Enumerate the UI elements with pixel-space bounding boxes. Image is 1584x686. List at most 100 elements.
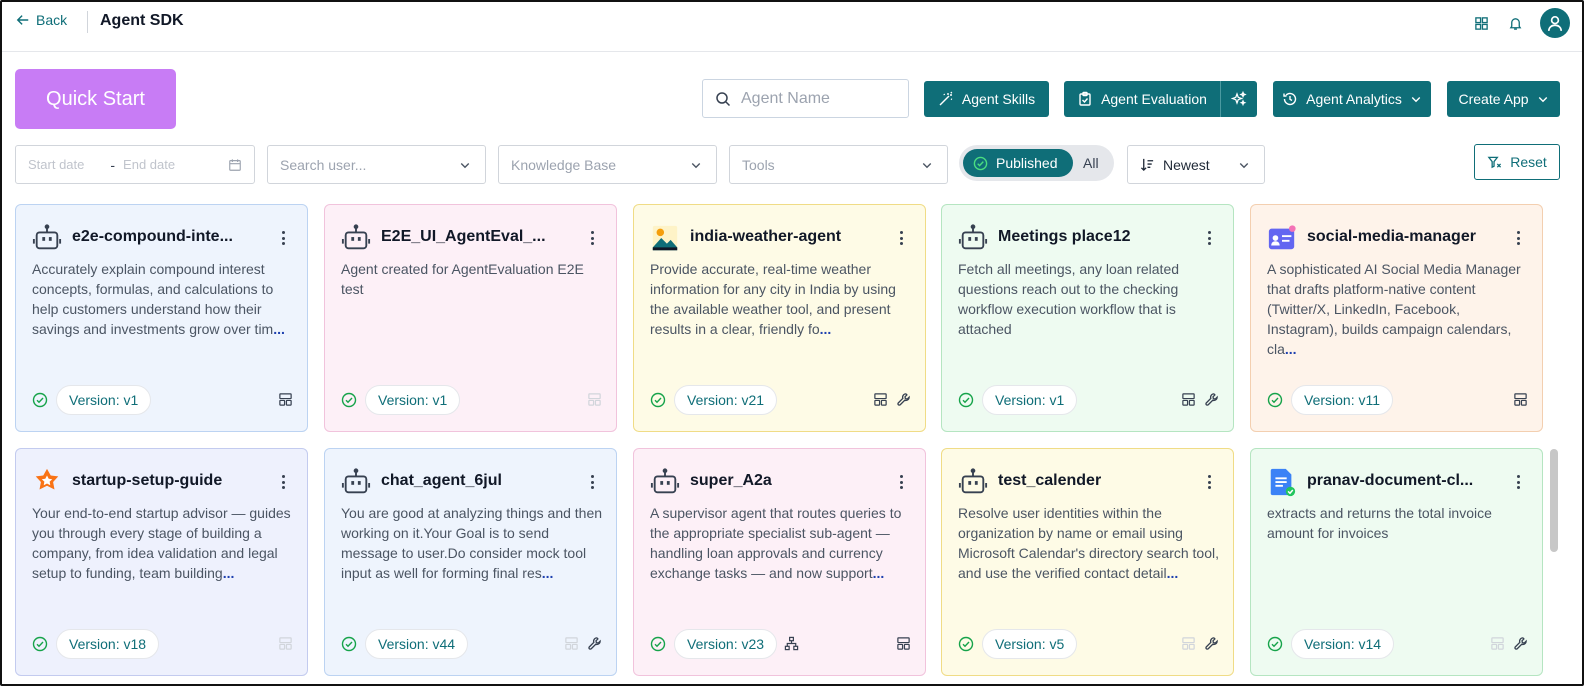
description-more: ... — [222, 565, 235, 581]
layout-icon[interactable] — [896, 636, 911, 651]
agent-card[interactable]: super_A2a A supervisor agent that routes… — [633, 448, 926, 676]
check-circle-icon — [650, 636, 666, 652]
agent-card-name[interactable]: super_A2a — [690, 472, 772, 490]
more-options-icon[interactable] — [893, 229, 909, 247]
grid-icon[interactable] — [1472, 14, 1490, 32]
agent-card[interactable]: e2e-compound-inte... Accurately explain … — [15, 204, 308, 432]
evaluation-sparkle-button[interactable] — [1220, 81, 1257, 117]
search-user-placeholder: Search user... — [280, 156, 367, 173]
wrench-icon[interactable] — [1513, 636, 1528, 651]
layout-icon[interactable] — [564, 636, 579, 651]
description-text: A sophisticated AI Social Media Manager … — [1267, 261, 1521, 357]
scrollbar-thumb[interactable] — [1550, 449, 1558, 552]
agent-skills-label: Agent Skills — [961, 91, 1036, 107]
description-text: Resolve user identities within the organ… — [958, 505, 1219, 581]
date-separator: - — [110, 156, 116, 173]
page-title: Agent SDK — [100, 12, 184, 29]
more-options-icon[interactable] — [584, 229, 600, 247]
agent-analytics-button[interactable]: Agent Analytics — [1273, 81, 1431, 117]
card-tool-icons — [587, 392, 602, 407]
user-avatar-icon[interactable] — [1540, 8, 1570, 38]
agent-card-name[interactable]: test_calender — [998, 472, 1101, 490]
document-icon — [1267, 467, 1297, 497]
version-badge: Version: v21 — [674, 385, 778, 415]
card-tool-icons — [1513, 392, 1528, 407]
more-options-icon[interactable] — [275, 229, 291, 247]
create-app-button[interactable]: Create App — [1447, 81, 1560, 117]
more-options-icon[interactable] — [893, 473, 909, 491]
card-tool-icons — [1181, 392, 1219, 407]
arrow-left-icon — [16, 15, 29, 25]
agent-evaluation-label: Agent Evaluation — [1101, 91, 1207, 107]
agent-card[interactable]: startup-setup-guide Your end-to-end star… — [15, 448, 308, 676]
agent-card[interactable]: social-media-manager A sophisticated AI … — [1250, 204, 1543, 432]
agent-card-name[interactable]: india-weather-agent — [690, 228, 841, 246]
wrench-icon[interactable] — [1204, 392, 1219, 407]
layout-icon[interactable] — [1181, 392, 1196, 407]
more-options-icon[interactable] — [584, 473, 600, 491]
back-button[interactable]: Back — [16, 12, 67, 28]
wrench-icon[interactable] — [587, 636, 602, 651]
bell-icon[interactable] — [1506, 14, 1524, 32]
quick-start-button[interactable]: Quick Start — [15, 69, 176, 129]
sort-value: Newest — [1163, 156, 1210, 173]
layout-icon[interactable] — [873, 392, 888, 407]
sort-select[interactable]: Newest — [1127, 145, 1265, 184]
agent-card[interactable]: india-weather-agent Provide accurate, re… — [633, 204, 926, 432]
check-circle-icon — [973, 156, 988, 170]
version-badge: Version: v11 — [1291, 385, 1394, 415]
agent-card-name[interactable]: Meetings place12 — [998, 228, 1131, 246]
agent-evaluation-button[interactable]: Agent Evaluation — [1064, 81, 1220, 117]
description-more: ... — [273, 321, 285, 337]
agent-card-name[interactable]: e2e-compound-inte... — [72, 228, 233, 246]
agent-card[interactable]: pranav-document-cl... extracts and retur… — [1250, 448, 1543, 676]
more-options-icon[interactable] — [1201, 229, 1217, 247]
agent-card[interactable]: E2E_UI_AgentEval_... Agent created for A… — [324, 204, 617, 432]
agent-card[interactable]: chat_agent_6jul You are good at analyzin… — [324, 448, 617, 676]
agent-card-name[interactable]: startup-setup-guide — [72, 472, 222, 490]
agent-card[interactable]: test_calender Resolve user identities wi… — [941, 448, 1234, 676]
layout-icon[interactable] — [278, 636, 293, 651]
agent-card-name[interactable]: E2E_UI_AgentEval_... — [381, 228, 546, 246]
agent-name-input[interactable] — [741, 89, 891, 108]
toggle-published[interactable]: Published — [963, 149, 1073, 177]
agent-card[interactable]: Meetings place12 Fetch all meetings, any… — [941, 204, 1234, 432]
layout-icon[interactable] — [278, 392, 293, 407]
hierarchy-icon[interactable] — [784, 636, 799, 651]
robot-icon — [341, 223, 371, 253]
filter-clear-icon — [1487, 156, 1502, 168]
toggle-all[interactable]: All — [1083, 155, 1099, 171]
wrench-icon[interactable] — [1204, 636, 1219, 651]
more-options-icon[interactable] — [1510, 473, 1526, 491]
agent-card-name[interactable]: social-media-manager — [1307, 228, 1476, 246]
reset-button[interactable]: Reset — [1474, 144, 1560, 180]
agent-card-description: A supervisor agent that routes queries t… — [650, 503, 912, 583]
check-circle-icon — [32, 636, 48, 652]
search-user-select[interactable]: Search user... — [267, 145, 486, 184]
robot-icon — [958, 467, 988, 497]
magic-wand-icon — [939, 91, 953, 106]
end-date-field[interactable]: End date — [123, 157, 175, 172]
knowledge-base-select[interactable]: Knowledge Base — [498, 145, 717, 184]
layout-icon[interactable] — [1513, 392, 1528, 407]
wrench-icon[interactable] — [896, 392, 911, 407]
layout-icon[interactable] — [1490, 636, 1505, 651]
date-range-picker[interactable]: Start date - End date — [15, 145, 255, 184]
card-tool-icons — [1181, 636, 1219, 651]
description-more: ... — [1166, 565, 1179, 581]
more-options-icon[interactable] — [1201, 473, 1217, 491]
agent-card-description: extracts and returns the total invoice a… — [1267, 503, 1529, 543]
agent-card-name[interactable]: chat_agent_6jul — [381, 472, 502, 490]
more-options-icon[interactable] — [275, 473, 291, 491]
layout-icon[interactable] — [1181, 636, 1196, 651]
start-date-field[interactable]: Start date — [28, 157, 84, 172]
published-toggle: Published All — [959, 145, 1114, 181]
tools-select[interactable]: Tools — [729, 145, 948, 184]
more-options-icon[interactable] — [1510, 229, 1526, 247]
agent-skills-button[interactable]: Agent Skills — [924, 81, 1049, 117]
check-circle-icon — [1267, 636, 1283, 652]
card-tool-icons — [564, 636, 602, 651]
layout-icon[interactable] — [587, 392, 602, 407]
agent-card-name[interactable]: pranav-document-cl... — [1307, 472, 1473, 490]
clipboard-check-icon — [1079, 91, 1091, 106]
